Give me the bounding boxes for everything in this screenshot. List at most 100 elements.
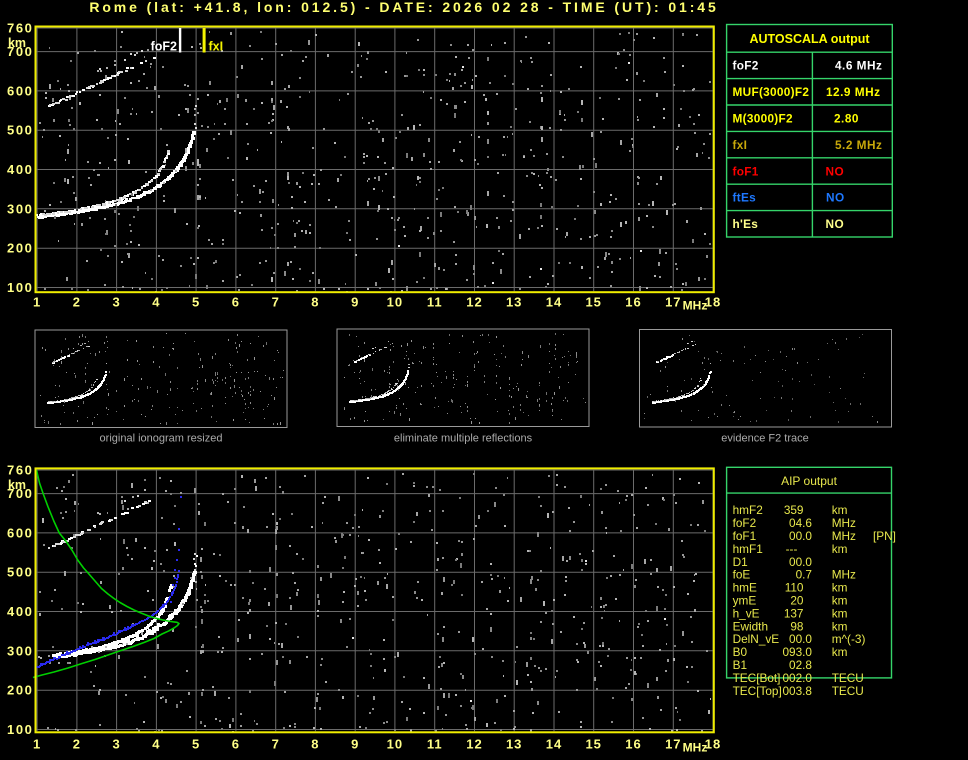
- svg-text:5.2 MHz: 5.2 MHz: [835, 138, 882, 152]
- svg-text:359: 359: [784, 503, 804, 517]
- svg-text:760: 760: [7, 463, 34, 478]
- svg-text:7: 7: [272, 737, 280, 752]
- svg-text:h'Es: h'Es: [733, 217, 759, 231]
- svg-text:NO: NO: [826, 217, 845, 231]
- svg-text:fxI: fxI: [209, 40, 224, 54]
- svg-text:500: 500: [7, 123, 34, 138]
- svg-text:[PN]: [PN]: [873, 529, 896, 543]
- svg-text:17: 17: [665, 295, 681, 310]
- svg-text:003.8: 003.8: [782, 684, 812, 698]
- svg-text:6: 6: [232, 737, 240, 752]
- svg-text:D1: D1: [733, 555, 748, 569]
- svg-text:DelN_vE: DelN_vE: [733, 632, 780, 646]
- svg-text:ymE: ymE: [733, 594, 757, 608]
- svg-text:13: 13: [506, 737, 522, 752]
- svg-text:0.7: 0.7: [796, 568, 812, 582]
- svg-text:m^(-3): m^(-3): [832, 632, 866, 646]
- svg-text:TECU: TECU: [832, 684, 864, 698]
- svg-text:00.0: 00.0: [789, 529, 812, 543]
- svg-text:B0: B0: [733, 645, 748, 659]
- svg-text:NO: NO: [826, 164, 845, 178]
- svg-text:10: 10: [387, 737, 403, 752]
- svg-text:4: 4: [152, 737, 160, 752]
- svg-text:eliminate multiple reflections: eliminate multiple reflections: [394, 433, 533, 445]
- svg-text:9: 9: [351, 737, 359, 752]
- svg-text:12: 12: [466, 737, 482, 752]
- svg-text:093.0: 093.0: [782, 645, 812, 659]
- svg-text:12: 12: [466, 295, 482, 310]
- svg-text:200: 200: [7, 683, 34, 698]
- svg-text:100: 100: [7, 722, 34, 737]
- svg-text:km: km: [832, 606, 848, 620]
- svg-text:100: 100: [7, 280, 34, 295]
- svg-text:MHz: MHz: [683, 299, 708, 313]
- svg-text:foF1: foF1: [733, 529, 757, 543]
- svg-text:km: km: [832, 581, 848, 595]
- svg-text:TEC[Bot]: TEC[Bot]: [733, 671, 781, 685]
- svg-text:300: 300: [7, 643, 34, 658]
- svg-text:3: 3: [112, 737, 120, 752]
- svg-text:MHz: MHz: [832, 529, 856, 543]
- svg-text:00.0: 00.0: [789, 555, 812, 569]
- svg-text:km: km: [8, 478, 26, 492]
- svg-text:15: 15: [585, 737, 601, 752]
- svg-text:hmF2: hmF2: [733, 503, 763, 517]
- svg-text:13: 13: [506, 295, 522, 310]
- svg-text:110: 110: [785, 581, 804, 595]
- svg-text:TEC[Top]: TEC[Top]: [733, 684, 782, 698]
- svg-text:4.6 MHz: 4.6 MHz: [835, 59, 882, 73]
- svg-text:B1: B1: [733, 658, 747, 672]
- svg-text:04.6: 04.6: [789, 516, 812, 530]
- svg-text:2: 2: [73, 295, 81, 310]
- svg-text:Ewidth: Ewidth: [733, 619, 768, 633]
- svg-text:MHz: MHz: [832, 516, 856, 530]
- svg-text:fxI: fxI: [733, 138, 748, 152]
- svg-text:1: 1: [33, 295, 41, 310]
- svg-text:evidence F2 trace: evidence F2 trace: [721, 433, 808, 445]
- svg-text:760: 760: [7, 21, 34, 36]
- svg-text:M(3000)F2: M(3000)F2: [733, 112, 794, 126]
- svg-text:300: 300: [7, 201, 34, 216]
- svg-text:NO: NO: [826, 191, 845, 205]
- svg-text:km: km: [832, 594, 848, 608]
- svg-text:8: 8: [311, 295, 319, 310]
- svg-text:11: 11: [427, 737, 443, 752]
- svg-text:12.9 MHz: 12.9 MHz: [826, 85, 880, 99]
- svg-text:600: 600: [7, 525, 34, 540]
- svg-text:14: 14: [546, 737, 562, 752]
- svg-text:hmF1: hmF1: [733, 542, 763, 556]
- svg-text:ftEs: ftEs: [733, 191, 757, 205]
- svg-text:17: 17: [665, 737, 681, 752]
- svg-text:foF2: foF2: [733, 516, 757, 530]
- svg-text:002.0: 002.0: [782, 671, 812, 685]
- svg-text:original ionogram resized: original ionogram resized: [100, 433, 223, 445]
- svg-text:6: 6: [232, 295, 240, 310]
- svg-text:400: 400: [7, 604, 34, 619]
- svg-text:7: 7: [272, 295, 280, 310]
- svg-text:500: 500: [7, 565, 34, 580]
- svg-text:foE: foE: [733, 568, 751, 582]
- svg-text:MUF(3000)F2: MUF(3000)F2: [733, 85, 810, 99]
- svg-text:600: 600: [7, 83, 34, 98]
- svg-text:MHz: MHz: [832, 568, 856, 582]
- svg-text:MHz: MHz: [683, 741, 708, 755]
- svg-text:foF2: foF2: [151, 40, 177, 54]
- svg-text:11: 11: [427, 295, 443, 310]
- svg-text:9: 9: [351, 295, 359, 310]
- svg-text:16: 16: [625, 295, 641, 310]
- svg-text:00.0: 00.0: [789, 632, 812, 646]
- svg-text:10: 10: [387, 295, 403, 310]
- svg-text:AIP output: AIP output: [781, 474, 837, 488]
- svg-text:3: 3: [112, 295, 120, 310]
- svg-text:5: 5: [192, 737, 200, 752]
- svg-text:1: 1: [33, 737, 41, 752]
- svg-text:15: 15: [585, 295, 601, 310]
- svg-text:km: km: [832, 619, 848, 633]
- svg-text:---: ---: [786, 542, 798, 556]
- svg-text:TECU: TECU: [832, 671, 864, 685]
- svg-text:02.8: 02.8: [789, 658, 812, 672]
- svg-text:20: 20: [790, 594, 804, 608]
- svg-text:km: km: [832, 503, 848, 517]
- svg-text:km: km: [832, 645, 848, 659]
- svg-text:137: 137: [784, 606, 804, 620]
